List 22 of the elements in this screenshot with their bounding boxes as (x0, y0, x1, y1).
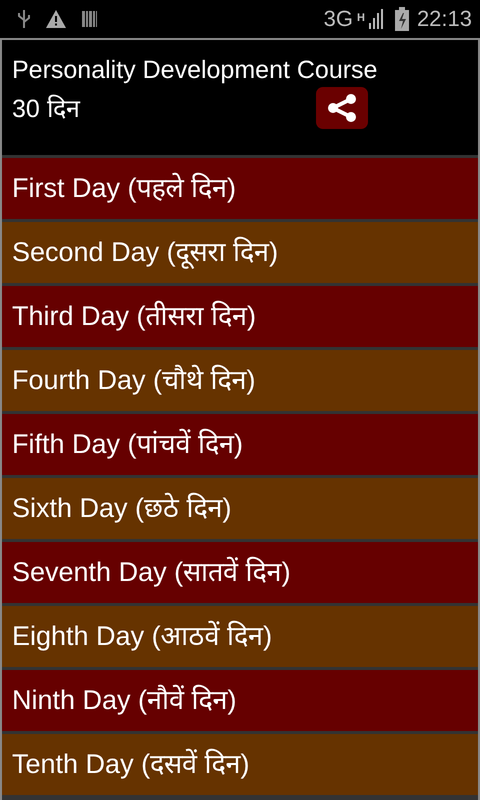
app-title: Personality Development Course (12, 55, 378, 86)
day-item[interactable]: Tenth Day (दसवें दिन) (2, 734, 478, 795)
usb-icon (18, 10, 30, 28)
share-icon (326, 94, 358, 122)
notification-icon (82, 11, 97, 27)
day-item[interactable]: Second Day (दूसरा दिन) (2, 222, 478, 283)
clock: 22:13 (416, 8, 472, 30)
day-item[interactable]: Eighth Day (आठवें दिन) (2, 606, 478, 667)
day-item[interactable]: Ninth Day (नौवें दिन) (2, 670, 478, 731)
warning-icon (46, 10, 66, 28)
day-item[interactable]: Seventh Day (सातवें दिन) (2, 542, 478, 603)
day-item[interactable]: Third Day (तीसरा दिन) (2, 286, 478, 347)
day-item[interactable]: Fifth Day (पांचवें दिन) (2, 414, 478, 475)
day-item[interactable]: Sixth Day (छठे दिन) (2, 478, 478, 539)
day-item[interactable]: First Day (पहले दिन) (2, 158, 478, 219)
signal-icon (368, 9, 383, 29)
data-type: H (356, 13, 365, 24)
network-type: 3G (324, 8, 353, 30)
battery-icon (394, 7, 409, 31)
share-button[interactable] (316, 86, 368, 128)
app-subtitle: 30 दिन (12, 94, 80, 126)
day-item[interactable]: Fourth Day (चौथे दिन) (2, 350, 478, 411)
